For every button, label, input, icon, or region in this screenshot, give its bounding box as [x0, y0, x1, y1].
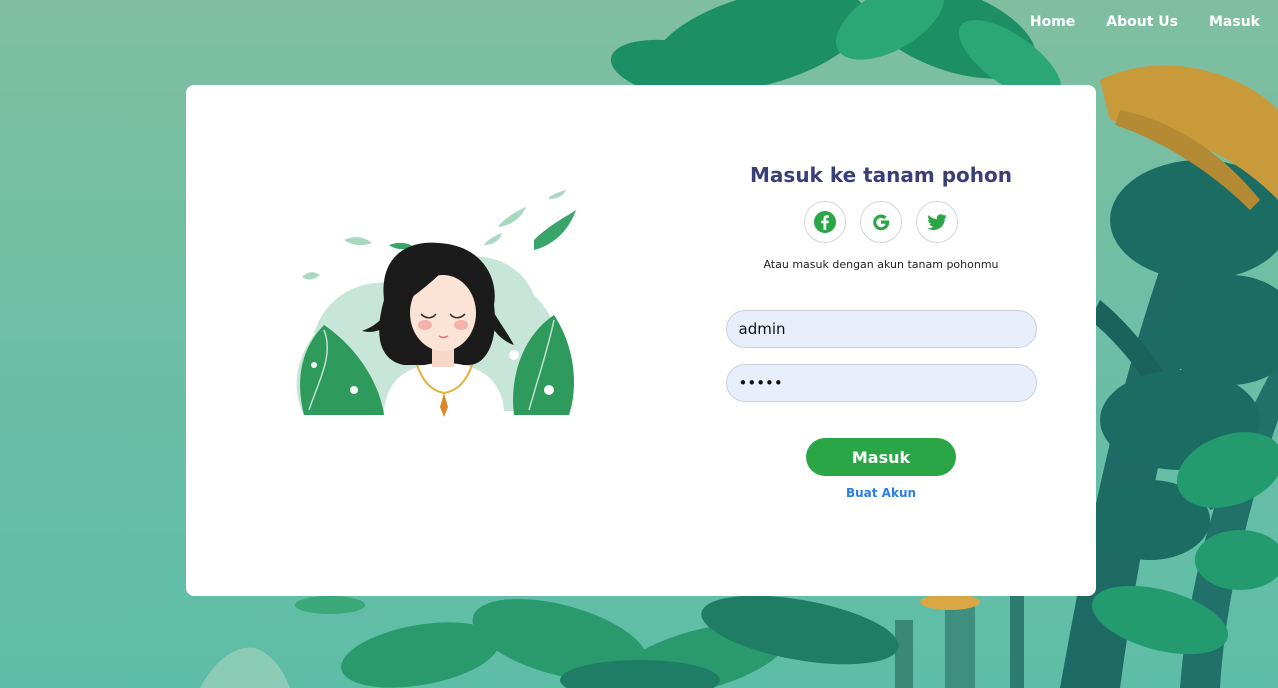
password-input[interactable] — [725, 364, 1037, 402]
nav-about-us-link[interactable]: About Us — [1106, 14, 1178, 30]
top-nav: Home About Us Masuk — [1030, 14, 1260, 30]
username-input[interactable] — [725, 310, 1037, 348]
facebook-icon — [814, 211, 836, 233]
masuk-submit-button[interactable]: Masuk — [806, 438, 956, 476]
facebook-login-button[interactable] — [804, 201, 846, 243]
login-form: Masuk ke tanam pohon Atau masuk dengan a… — [725, 85, 1037, 500]
login-card: Masuk ke tanam pohon Atau masuk dengan a… — [186, 85, 1096, 596]
nav-masuk-link[interactable]: Masuk — [1209, 14, 1260, 30]
google-login-button[interactable] — [860, 201, 902, 243]
create-account-link[interactable]: Buat Akun — [846, 486, 916, 500]
social-login-group — [804, 201, 958, 243]
google-icon — [873, 214, 890, 231]
girl-with-leaves-illustration — [296, 190, 576, 417]
login-title: Masuk ke tanam pohon — [750, 163, 1012, 187]
twitter-login-button[interactable] — [916, 201, 958, 243]
alternative-login-text: Atau masuk dengan akun tanam pohonmu — [763, 258, 999, 271]
page: Home About Us Masuk Masuk ke tanam pohon… — [0, 0, 1278, 688]
twitter-icon — [927, 214, 947, 231]
nav-home-link[interactable]: Home — [1030, 14, 1075, 30]
